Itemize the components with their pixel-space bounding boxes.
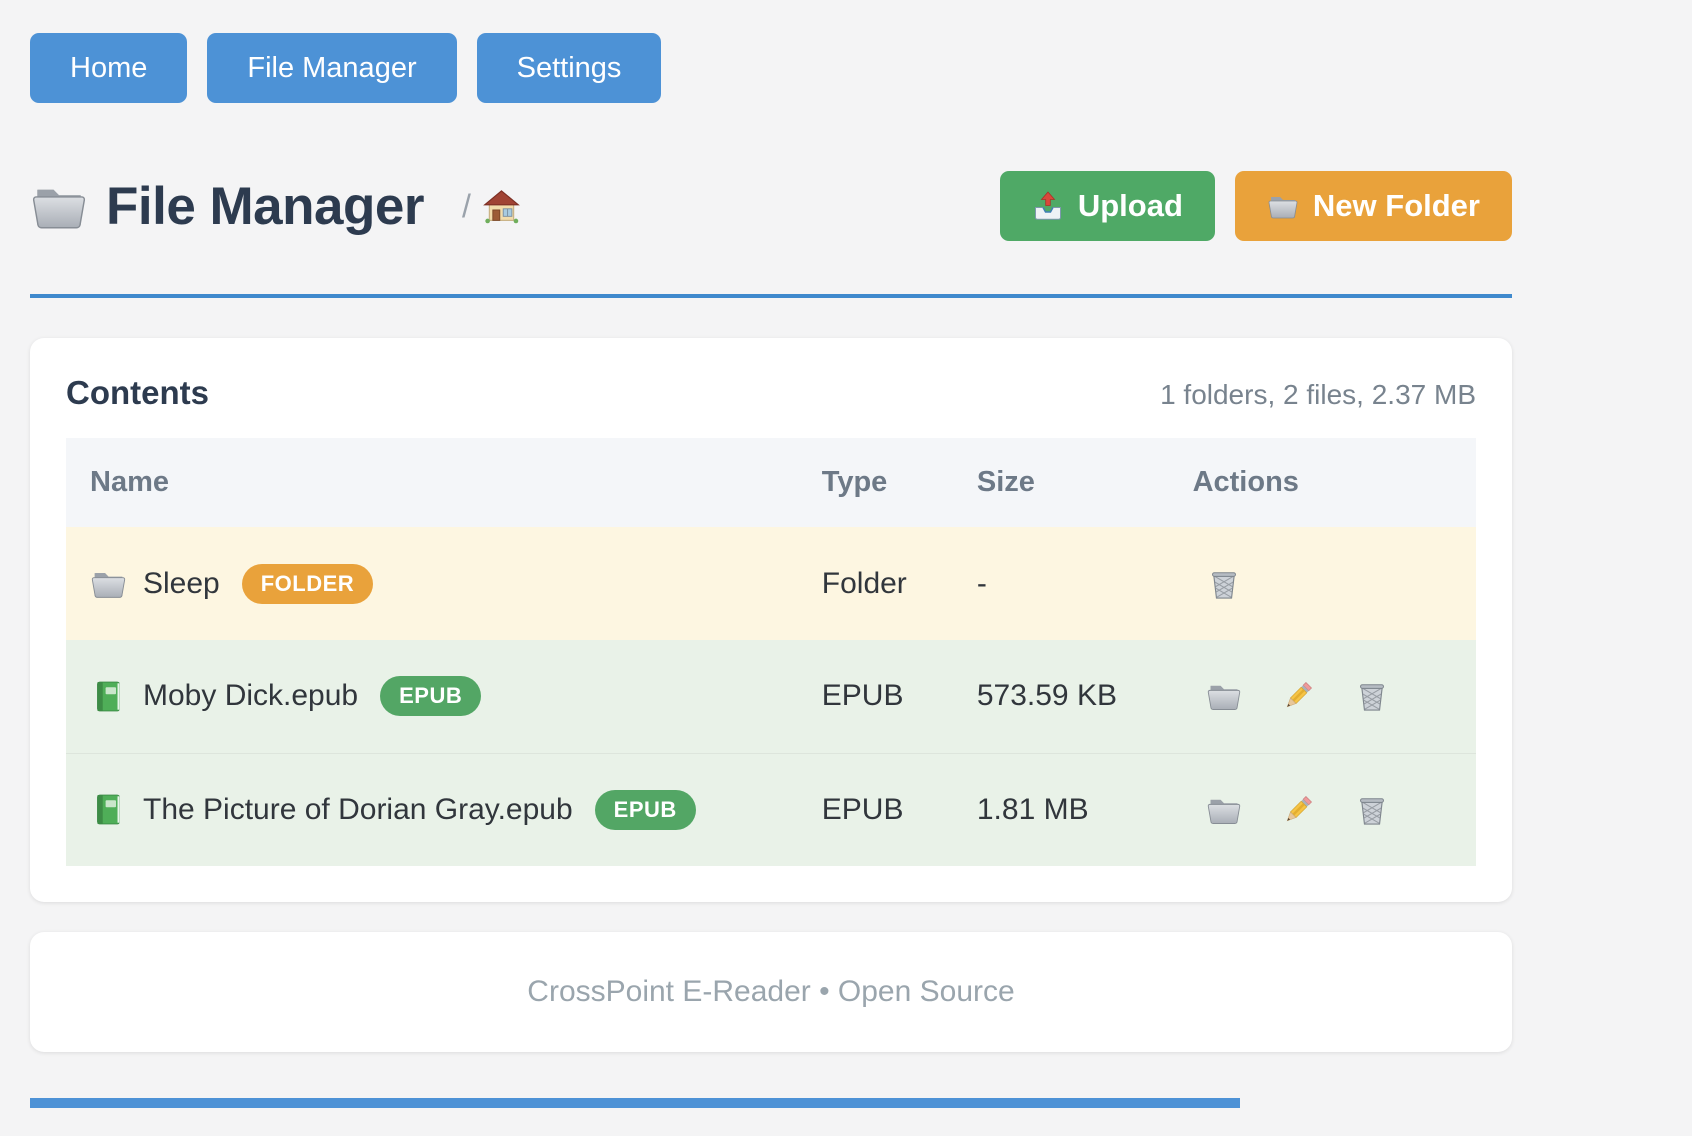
breadcrumb-separator: / [462, 188, 471, 225]
item-size: 1.81 MB [977, 753, 1193, 866]
trash-icon [1354, 678, 1390, 714]
table-row-dorian-gray[interactable]: The Picture of Dorian Gray.epub EPUB EPU… [66, 753, 1476, 866]
outbox-tray-icon [1032, 190, 1064, 222]
column-header-actions: Actions [1193, 438, 1476, 527]
header-actions: Upload New Folder [1000, 171, 1512, 241]
pencil-icon [1280, 792, 1316, 828]
item-type: Folder [822, 527, 977, 640]
title-wrap: File Manager / [30, 176, 520, 237]
breadcrumb: / [462, 188, 520, 225]
epub-badge: EPUB [380, 676, 481, 716]
new-folder-button-label: New Folder [1313, 188, 1480, 224]
table-row-moby-dick[interactable]: Moby Dick.epub EPUB EPUB 573.59 KB [66, 640, 1476, 753]
item-type: EPUB [822, 753, 977, 866]
page-title: File Manager [106, 176, 424, 237]
green-book-icon [90, 678, 127, 715]
new-folder-button[interactable]: New Folder [1235, 171, 1512, 241]
epub-badge: EPUB [595, 790, 696, 830]
nav-button-file-manager[interactable]: File Manager [207, 33, 456, 103]
item-name: Sleep [143, 567, 220, 601]
column-header-size: Size [977, 438, 1193, 527]
contents-title: Contents [66, 374, 209, 412]
column-header-type: Type [822, 438, 977, 527]
footer-text: CrossPoint E-Reader • Open Source [527, 975, 1014, 1009]
page: Home File Manager Settings File Manager … [30, 0, 1512, 1108]
table-header-row: Name Type Size Actions [66, 438, 1476, 527]
trash-icon [1354, 792, 1390, 828]
folder-icon [90, 565, 127, 602]
item-type: EPUB [822, 640, 977, 753]
pencil-icon [1280, 678, 1316, 714]
footer: CrossPoint E-Reader • Open Source [30, 932, 1512, 1052]
item-name: The Picture of Dorian Gray.epub [143, 793, 573, 827]
upload-button[interactable]: Upload [1000, 171, 1215, 241]
contents-card: Contents 1 folders, 2 files, 2.37 MB Nam… [30, 338, 1512, 902]
house-icon [483, 188, 520, 225]
move-to-folder-button[interactable] [1206, 678, 1242, 714]
move-to-folder-button[interactable] [1206, 792, 1242, 828]
folder-icon [1206, 792, 1242, 828]
folder-icon [1267, 190, 1299, 222]
file-table: Name Type Size Actions Sleep FOLDER F [66, 438, 1476, 866]
rename-button[interactable] [1280, 792, 1316, 828]
trash-icon [1206, 566, 1242, 602]
contents-card-header: Contents 1 folders, 2 files, 2.37 MB [66, 374, 1476, 412]
nav-button-settings[interactable]: Settings [477, 33, 662, 103]
upload-button-label: Upload [1078, 188, 1183, 224]
contents-summary: 1 folders, 2 files, 2.37 MB [1160, 379, 1476, 411]
green-book-icon [90, 791, 127, 828]
delete-button[interactable] [1354, 792, 1390, 828]
delete-button[interactable] [1354, 678, 1390, 714]
bottom-accent-bar [30, 1098, 1240, 1108]
table-row-sleep[interactable]: Sleep FOLDER Folder - [66, 527, 1476, 640]
item-name: Moby Dick.epub [143, 679, 358, 713]
folder-icon [30, 177, 88, 235]
item-size: 573.59 KB [977, 640, 1193, 753]
page-header: File Manager / Upload New Folder [30, 170, 1512, 242]
column-header-name: Name [66, 438, 822, 527]
title-underline-divider [30, 294, 1512, 298]
delete-button[interactable] [1206, 566, 1242, 602]
folder-icon [1206, 678, 1242, 714]
breadcrumb-home-link[interactable] [483, 188, 520, 225]
top-nav: Home File Manager Settings [30, 33, 1512, 103]
folder-badge: FOLDER [242, 564, 373, 604]
rename-button[interactable] [1280, 678, 1316, 714]
nav-button-home[interactable]: Home [30, 33, 187, 103]
item-size: - [977, 527, 1193, 640]
